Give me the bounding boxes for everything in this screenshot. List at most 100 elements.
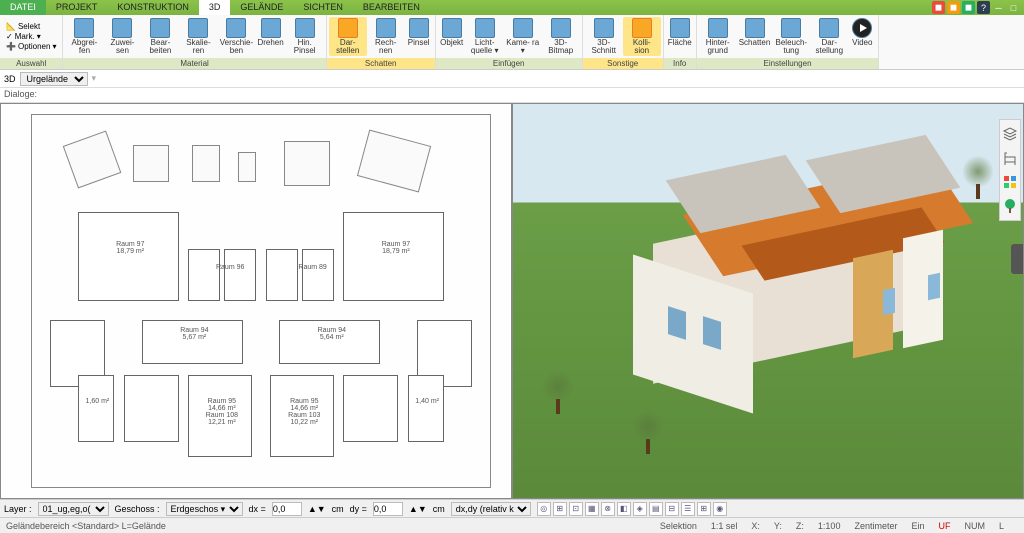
btn-kollision[interactable]: Kolli- sion: [623, 17, 661, 56]
tool-icon-2[interactable]: ⊞: [553, 502, 567, 516]
status-scale: 1:1 sel: [711, 521, 738, 531]
btn-objekt[interactable]: Objekt: [438, 17, 466, 56]
status-selektion: Selektion: [660, 521, 697, 531]
btn-video[interactable]: Video: [848, 17, 876, 56]
tool-icon-6[interactable]: ◧: [617, 502, 631, 516]
room-94b-label: Raum 945,64 m²: [307, 327, 357, 341]
geschoss-label: Geschoss :: [115, 504, 160, 514]
status-unit: Zentimeter: [854, 521, 897, 531]
tab-datei[interactable]: DATEI: [0, 0, 46, 15]
btn-kamera[interactable]: Kame- ra ▾: [504, 17, 542, 56]
minimize-icon[interactable]: ─: [992, 1, 1005, 14]
btn-darstellen[interactable]: Dar- stellen: [329, 17, 367, 56]
view-tools: [999, 119, 1021, 221]
btn-rechnen[interactable]: Rech- nen: [367, 17, 405, 56]
btn-schatten[interactable]: Schatten: [737, 17, 773, 56]
btn-darstellung2[interactable]: Dar- stellung: [810, 17, 848, 56]
btn-lichtquelle[interactable]: Licht- quelle ▾: [466, 17, 504, 56]
app-icon-2[interactable]: ◼: [947, 1, 960, 14]
dy-input[interactable]: [373, 502, 403, 516]
tool-icon-12[interactable]: ◉: [713, 502, 727, 516]
tree-icon: [543, 364, 573, 414]
help-icon[interactable]: ?: [977, 1, 990, 14]
project-select[interactable]: Urgelände: [20, 72, 88, 86]
geschoss-select[interactable]: Erdgeschos ▾: [166, 502, 243, 516]
3d-viewport[interactable]: [513, 104, 1023, 498]
tab-sichten[interactable]: SICHTEN: [293, 0, 353, 15]
app-icon-3[interactable]: ◼: [962, 1, 975, 14]
dialoge-bar: Dialoge:: [0, 88, 1024, 103]
status-z: Z:: [796, 521, 804, 531]
group-label-auswahl: Auswahl: [0, 58, 62, 69]
btn-beleuchtung[interactable]: Beleuch- tung: [772, 17, 810, 56]
btn-pinsel[interactable]: Pinsel: [405, 17, 433, 56]
2d-viewport[interactable]: Raum 9718,79 m² Raum 96 Raum 89 Raum 971…: [1, 104, 511, 498]
tab-3d[interactable]: 3D: [199, 0, 231, 15]
building-3d: [593, 134, 963, 414]
status-ratio: 1:100: [818, 521, 841, 531]
room-97b-label: Raum 9718,79 m²: [371, 241, 421, 255]
group-label-sonstige: Sonstige: [583, 58, 663, 69]
ribbon: 📐 Selekt ✓ Mark. ▾ ➕ Optionen ▾ Auswahl …: [0, 15, 1024, 70]
maximize-icon[interactable]: □: [1007, 1, 1020, 14]
palette-icon[interactable]: [1002, 174, 1018, 190]
tool-icon-3[interactable]: ⊡: [569, 502, 583, 516]
layers-icon[interactable]: [1002, 126, 1018, 142]
status-ein: Ein: [911, 521, 924, 531]
tool-icon-7[interactable]: ◈: [633, 502, 647, 516]
btn-flaeche[interactable]: Fläche: [666, 17, 694, 56]
tool-icon-4[interactable]: ▦: [585, 502, 599, 516]
btn-hintergrund[interactable]: Hinter- grund: [699, 17, 737, 56]
group-label-einfuegen: Einfügen: [436, 58, 582, 69]
main-tabs: DATEI PROJEKT KONSTRUKTION 3D GELÄNDE SI…: [0, 0, 430, 15]
dx-input[interactable]: [272, 502, 302, 516]
status-y: Y:: [774, 521, 782, 531]
btn-3dschnitt[interactable]: 3D- Schnitt: [585, 17, 623, 56]
tool-icon-5[interactable]: ⊗: [601, 502, 615, 516]
group-label-schatten: Schatten: [327, 58, 435, 69]
status-bar: Geländebereich <Standard> L=Gelände Sele…: [0, 517, 1024, 533]
status-left: Geländebereich <Standard> L=Gelände: [6, 521, 166, 531]
tree-tool-icon[interactable]: [1002, 198, 1018, 214]
btn-hinpinsel[interactable]: Hin. Pinsel: [286, 17, 324, 56]
tool-icon-11[interactable]: ⊞: [697, 502, 711, 516]
tool-icon-1[interactable]: ◎: [537, 502, 551, 516]
btn-drehen[interactable]: Drehen: [255, 17, 285, 56]
tool-icon-10[interactable]: ☰: [681, 502, 695, 516]
tool-icon-8[interactable]: ▤: [649, 502, 663, 516]
room-94a-label: Raum 945,67 m²: [169, 327, 219, 341]
title-bar: DATEI PROJEKT KONSTRUKTION 3D GELÄNDE SI…: [0, 0, 1024, 15]
ribbon-group-einfuegen: Objekt Licht- quelle ▾ Kame- ra ▾ 3D- Bi…: [436, 15, 583, 69]
tool-icon-9[interactable]: ⊟: [665, 502, 679, 516]
tab-gelaende[interactable]: GELÄNDE: [230, 0, 293, 15]
btn-skalieren[interactable]: Skalie- ren: [179, 17, 217, 56]
ribbon-group-sonstige: 3D- Schnitt Kolli- sion Sonstige: [583, 15, 664, 69]
tab-konstruktion[interactable]: KONSTRUKTION: [107, 0, 199, 15]
room-95b-label: Raum 9514,66 m²Raum 10310,22 m²: [279, 398, 329, 426]
panel-collapse-handle[interactable]: [1011, 244, 1023, 274]
room-96-label: Raum 96: [215, 264, 245, 271]
layer-select[interactable]: 01_ug,eg,o(: [38, 502, 109, 516]
ribbon-group-einstellungen: Hinter- grund Schatten Beleuch- tung Dar…: [697, 15, 880, 69]
coord-mode-select[interactable]: dx,dy (relativ ka: [451, 502, 531, 516]
chair-icon[interactable]: [1002, 150, 1018, 166]
app-icon-1[interactable]: ◼: [932, 1, 945, 14]
tab-projekt[interactable]: PROJEKT: [46, 0, 108, 15]
tab-bearbeiten[interactable]: BEARBEITEN: [353, 0, 430, 15]
dx-label: dx =: [249, 504, 266, 514]
layer-label: Layer :: [4, 504, 32, 514]
ribbon-group-info: Fläche Info: [664, 15, 697, 69]
btn-bearbeiten[interactable]: Bear- beiten: [141, 17, 179, 56]
bottom-toolbar: Layer : 01_ug,eg,o( Geschoss : Erdgescho…: [0, 499, 1024, 517]
mode-label: 3D: [4, 74, 16, 84]
tree-icon: [963, 164, 983, 199]
ribbon-group-schatten: Dar- stellen Rech- nen Pinsel Schatten: [327, 15, 436, 69]
btn-zuweisen[interactable]: Zuwei- sen: [103, 17, 141, 56]
ribbon-group-material: Abgrei- fen Zuwei- sen Bear- beiten Skal…: [63, 15, 326, 69]
btn-3dbitmap[interactable]: 3D- Bitmap: [542, 17, 580, 56]
btn-abgreifen[interactable]: Abgrei- fen: [65, 17, 103, 56]
group-label-info: Info: [664, 58, 696, 69]
select-options[interactable]: 📐 Selekt ✓ Mark. ▾ ➕ Optionen ▾: [2, 17, 60, 56]
btn-verschieben[interactable]: Verschie- ben: [217, 17, 255, 56]
ribbon-group-auswahl: 📐 Selekt ✓ Mark. ▾ ➕ Optionen ▾ Auswahl: [0, 15, 63, 69]
